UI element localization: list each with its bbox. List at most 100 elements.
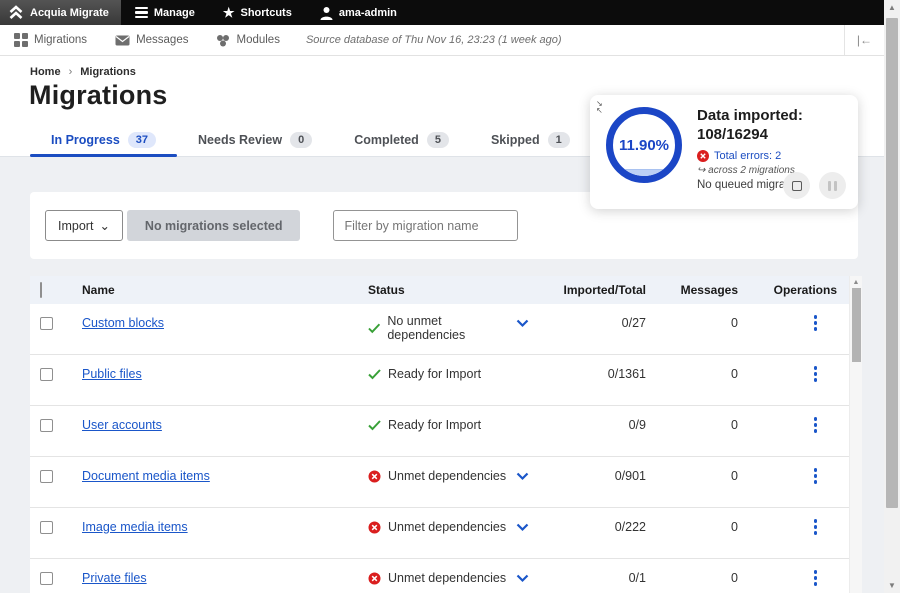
status-ok-icon bbox=[368, 369, 381, 380]
total-errors-link[interactable]: Total errors: 2 bbox=[697, 150, 848, 162]
imported-total-value: 0/1 bbox=[552, 569, 652, 587]
import-label: Import bbox=[58, 219, 93, 233]
migration-name-link[interactable]: Custom blocks bbox=[82, 316, 164, 330]
tab-label: Skipped bbox=[491, 133, 540, 147]
select-all-checkbox[interactable] bbox=[40, 282, 42, 298]
collapse-toolbar-button[interactable]: |← bbox=[844, 25, 884, 55]
error-icon bbox=[697, 150, 709, 162]
hook-arrow-icon: ↪ bbox=[697, 165, 705, 176]
header-status: Status bbox=[368, 283, 516, 297]
table-row: Private files Unmet dependencies 0/1 0 bbox=[30, 559, 862, 593]
user-menu-item[interactable]: ama-admin bbox=[306, 0, 411, 25]
tab-in-progress[interactable]: In Progress 37 bbox=[30, 123, 177, 156]
nav-messages[interactable]: Messages bbox=[101, 34, 202, 46]
imported-total-value: 0/9 bbox=[552, 416, 652, 434]
shortcuts-label: Shortcuts bbox=[240, 7, 291, 19]
table-header-row: Name Status Imported/Total Messages Oper… bbox=[30, 276, 862, 304]
progress-circle: 11.90% bbox=[606, 107, 682, 183]
stop-import-button[interactable] bbox=[783, 172, 810, 199]
pause-import-button[interactable] bbox=[819, 172, 846, 199]
imported-total-value: 0/27 bbox=[552, 314, 652, 332]
tab-label: In Progress bbox=[51, 133, 120, 147]
admin-toolbar: Acquia Migrate Manage ★ Shortcuts ama-ad… bbox=[0, 0, 884, 25]
acquia-migrate-brand[interactable]: Acquia Migrate bbox=[0, 0, 121, 25]
data-imported-title: Data imported: 108/16294 bbox=[697, 107, 848, 145]
row-checkbox[interactable] bbox=[40, 470, 53, 483]
migration-filter-input[interactable] bbox=[333, 210, 518, 241]
brand-label: Acquia Migrate bbox=[30, 7, 109, 19]
messages-count: 0 bbox=[652, 518, 744, 536]
main-content: Home › Migrations Migrations In Progress… bbox=[0, 56, 884, 593]
migration-name-link[interactable]: Image media items bbox=[82, 520, 188, 534]
tab-count-badge: 5 bbox=[427, 132, 449, 148]
secondary-toolbar: Migrations Messages Modules Source datab… bbox=[0, 25, 884, 56]
shortcuts-menu-item[interactable]: ★ Shortcuts bbox=[209, 0, 306, 25]
breadcrumb-current: Migrations bbox=[80, 66, 136, 78]
row-checkbox[interactable] bbox=[40, 368, 53, 381]
row-checkbox[interactable] bbox=[40, 419, 53, 432]
tab-completed[interactable]: Completed 5 bbox=[333, 123, 470, 156]
operations-kebab-icon[interactable] bbox=[814, 468, 818, 484]
table-scrollbar[interactable]: ▲ bbox=[849, 276, 862, 593]
manage-menu-item[interactable]: Manage bbox=[121, 0, 209, 25]
messages-count: 0 bbox=[652, 416, 744, 434]
hamburger-icon bbox=[135, 7, 148, 19]
status-label: Unmet dependencies bbox=[388, 520, 506, 534]
scroll-up-icon[interactable]: ▲ bbox=[850, 279, 862, 286]
operations-kebab-icon[interactable] bbox=[814, 315, 818, 331]
table-row: Document media items Unmet dependencies … bbox=[30, 457, 862, 508]
status-ok-icon bbox=[368, 420, 381, 431]
import-dropdown-button[interactable]: Import ⌄ bbox=[45, 210, 123, 241]
username-label: ama-admin bbox=[339, 7, 397, 19]
nav-modules-label: Modules bbox=[236, 34, 279, 46]
import-status-card: ↘↖ 11.90% Data imported: 108/16294 bbox=[590, 95, 858, 209]
window-scrollbar[interactable]: ▲ ▼ bbox=[884, 0, 900, 593]
header-operations: Operations bbox=[744, 283, 849, 297]
tab-count-badge: 1 bbox=[548, 132, 570, 148]
row-checkbox[interactable] bbox=[40, 521, 53, 534]
nav-messages-label: Messages bbox=[136, 34, 188, 46]
tab-needs-review[interactable]: Needs Review 0 bbox=[177, 123, 333, 156]
tab-skipped[interactable]: Skipped 1 bbox=[470, 123, 591, 156]
expand-row-chevron-icon[interactable] bbox=[516, 319, 529, 328]
nav-migrations[interactable]: Migrations bbox=[0, 33, 101, 47]
row-checkbox[interactable] bbox=[40, 317, 53, 330]
grid-icon bbox=[14, 33, 28, 47]
window-scrollbar-thumb[interactable] bbox=[886, 18, 898, 508]
migration-name-link[interactable]: Private files bbox=[82, 571, 147, 585]
scrollbar-up-icon[interactable]: ▲ bbox=[884, 3, 900, 12]
user-icon bbox=[320, 6, 333, 20]
tab-label: Needs Review bbox=[198, 133, 282, 147]
table-scrollbar-thumb[interactable] bbox=[852, 288, 861, 362]
table-row: User accounts Ready for Import 0/9 0 bbox=[30, 406, 862, 457]
breadcrumb-home-link[interactable]: Home bbox=[30, 66, 61, 78]
app-window: Acquia Migrate Manage ★ Shortcuts ama-ad… bbox=[0, 0, 900, 593]
migration-name-link[interactable]: User accounts bbox=[82, 418, 162, 432]
modules-icon bbox=[216, 34, 230, 47]
operations-kebab-icon[interactable] bbox=[814, 519, 818, 535]
status-ok-icon bbox=[368, 323, 380, 334]
messages-count: 0 bbox=[652, 314, 744, 332]
nav-modules[interactable]: Modules bbox=[202, 34, 293, 47]
status-error-icon bbox=[368, 521, 381, 534]
imported-total-value: 0/222 bbox=[552, 518, 652, 536]
status-label: Ready for Import bbox=[388, 418, 481, 432]
status-label: Unmet dependencies bbox=[388, 469, 506, 483]
source-database-note: Source database of Thu Nov 16, 23:23 (1 … bbox=[306, 34, 562, 46]
row-checkbox[interactable] bbox=[40, 572, 53, 585]
operations-kebab-icon[interactable] bbox=[814, 417, 818, 433]
migration-name-link[interactable]: Document media items bbox=[82, 469, 210, 483]
imported-total-value: 0/1361 bbox=[552, 365, 652, 383]
page-title: Migrations bbox=[29, 80, 168, 111]
selection-status-button: No migrations selected bbox=[127, 210, 301, 241]
expand-row-chevron-icon[interactable] bbox=[516, 472, 529, 481]
scrollbar-down-icon[interactable]: ▼ bbox=[884, 581, 900, 590]
operations-kebab-icon[interactable] bbox=[814, 570, 818, 586]
expand-row-chevron-icon[interactable] bbox=[516, 574, 529, 583]
operations-kebab-icon[interactable] bbox=[814, 366, 818, 382]
table-row: Custom blocks No unmet dependencies 0/27… bbox=[30, 304, 862, 355]
status-label: Ready for Import bbox=[388, 367, 481, 381]
migration-name-link[interactable]: Public files bbox=[82, 367, 142, 381]
expand-row-chevron-icon[interactable] bbox=[516, 523, 529, 532]
messages-count: 0 bbox=[652, 365, 744, 383]
